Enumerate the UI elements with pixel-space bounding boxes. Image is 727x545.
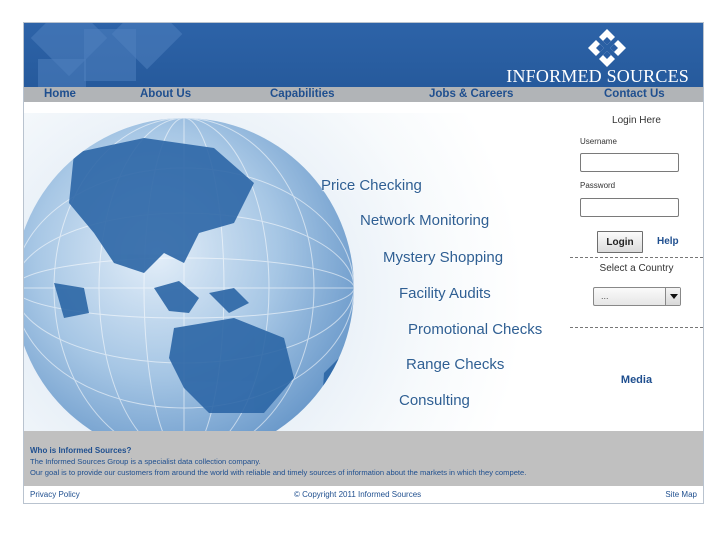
nav-jobs-careers[interactable]: Jobs & Careers — [429, 87, 513, 102]
service-promotional-checks: Promotional Checks — [408, 321, 543, 338]
service-network-monitoring: Network Monitoring — [360, 212, 490, 229]
hero-banner: Price Checking Network Monitoring Myster… — [24, 113, 569, 431]
about-title: Who is Informed Sources? — [30, 446, 132, 455]
divider — [570, 257, 703, 258]
username-label: Username — [580, 137, 617, 146]
footer: Privacy Policy © Copyright 2011 Informed… — [24, 486, 703, 503]
country-label: Select a Country — [599, 263, 674, 274]
about-section: Who is Informed Sources? The Informed So… — [24, 431, 703, 486]
service-facility-audits: Facility Audits — [399, 285, 491, 302]
nav-contact-us[interactable]: Contact Us — [604, 87, 665, 102]
password-label: Password — [580, 181, 616, 190]
site-map-link[interactable]: Site Map — [665, 490, 697, 499]
divider — [570, 327, 703, 328]
login-button[interactable]: Login — [597, 231, 643, 253]
chevron-down-icon[interactable] — [665, 288, 680, 305]
country-select-value: ... — [601, 291, 609, 301]
about-text-line: Our goal is to provide our customers fro… — [30, 468, 527, 477]
nav-home[interactable]: Home — [44, 87, 76, 102]
copyright-text: © Copyright 2011 Informed Sources — [294, 490, 422, 499]
login-title: Login Here — [612, 115, 661, 126]
help-link[interactable]: Help — [657, 236, 679, 247]
site-container: INFORMED SOURCES Home About Us Capabilit… — [23, 22, 704, 504]
decorative-square — [38, 59, 86, 87]
service-price-checking: Price Checking — [321, 177, 422, 194]
logo-text: INFORMED SOURCES — [506, 66, 689, 86]
nav-capabilities[interactable]: Capabilities — [270, 87, 335, 102]
username-input[interactable] — [580, 153, 679, 172]
about-text-line: The Informed Sources Group is a speciali… — [30, 457, 261, 466]
password-input[interactable] — [580, 198, 679, 217]
header-banner: INFORMED SOURCES — [24, 23, 703, 87]
service-mystery-shopping: Mystery Shopping — [383, 249, 504, 266]
nav-about-us[interactable]: About Us — [140, 87, 191, 102]
privacy-policy-link[interactable]: Privacy Policy — [30, 490, 80, 499]
country-select[interactable]: ... — [593, 287, 681, 306]
globe-image — [24, 118, 354, 431]
main-nav: Home About Us Capabilities Jobs & Career… — [24, 87, 703, 102]
service-range-checks: Range Checks — [406, 356, 505, 373]
media-link[interactable]: Media — [570, 374, 703, 386]
service-consulting: Consulting — [399, 392, 470, 409]
company-logo-icon — [588, 29, 626, 67]
login-panel: Login Here Username Password Login Help … — [570, 113, 703, 431]
